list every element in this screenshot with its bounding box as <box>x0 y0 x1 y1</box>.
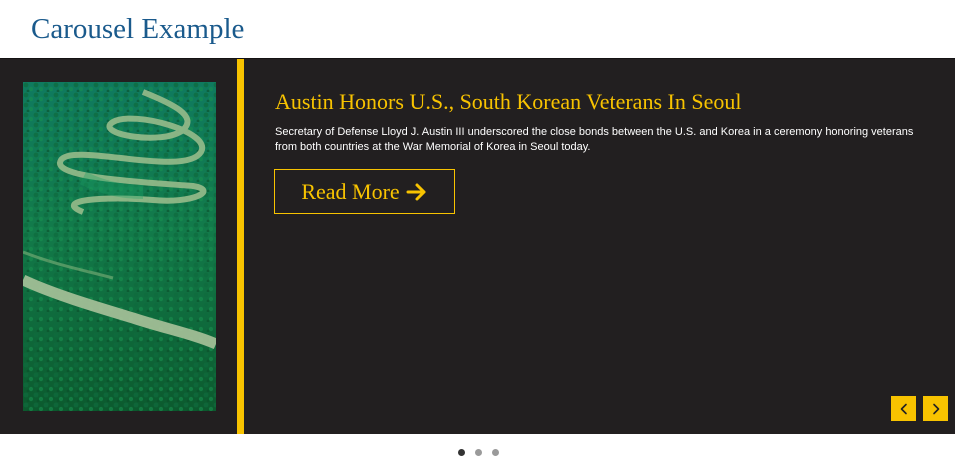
carousel-next-button[interactable] <box>923 396 948 421</box>
slide-image <box>23 82 216 411</box>
slide-description: Secretary of Defense Lloyd J. Austin III… <box>275 126 914 153</box>
carousel: Austin Honors U.S., South Korean Veteran… <box>0 58 955 434</box>
carousel-indicators <box>0 446 955 458</box>
accent-bar <box>237 59 244 434</box>
carousel-indicator-2[interactable] <box>475 448 482 456</box>
read-more-button[interactable]: Read More <box>274 169 455 214</box>
slide-headline: Austin Honors U.S., South Korean Veteran… <box>275 89 742 114</box>
arrow-right-icon <box>406 183 426 200</box>
read-more-label: Read More <box>301 178 400 204</box>
carousel-indicator-3[interactable] <box>492 448 499 456</box>
river-aerial-photo <box>23 82 216 411</box>
chevron-left-icon <box>900 403 907 414</box>
carousel-prev-button[interactable] <box>891 396 916 421</box>
chevron-right-icon <box>932 403 939 414</box>
page-title: Carousel Example <box>31 13 245 45</box>
carousel-indicator-1[interactable] <box>458 448 465 456</box>
